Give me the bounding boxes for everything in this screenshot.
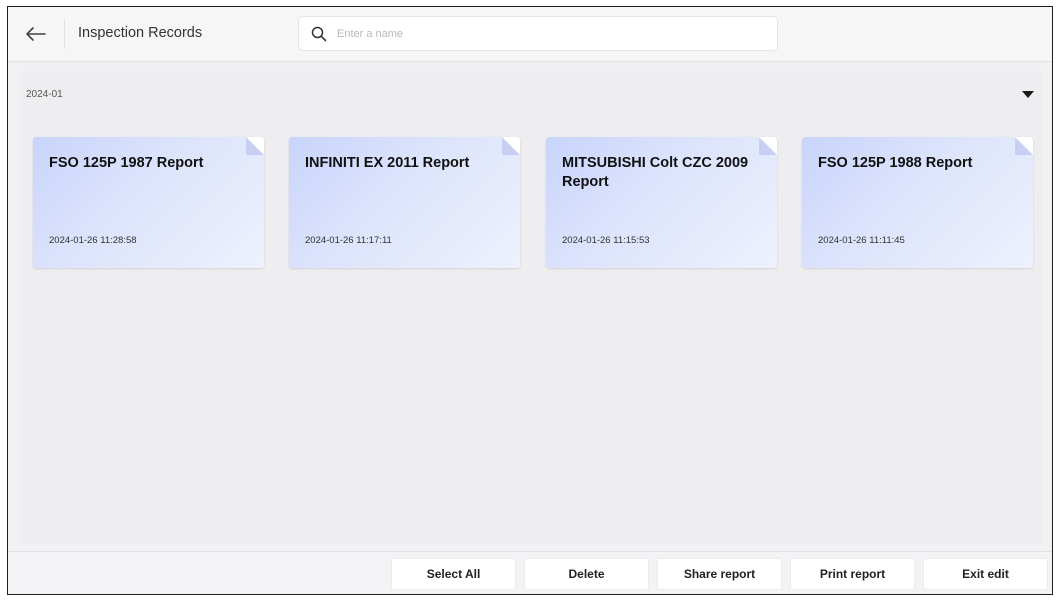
back-button[interactable]	[16, 17, 56, 51]
record-card[interactable]: FSO 125P 1987 Report 2024-01-26 11:28:58	[33, 137, 264, 268]
search-icon	[311, 25, 329, 43]
records-panel: 2024-01 FSO 125P 1987 Report 2024-01-26 …	[20, 71, 1042, 544]
record-date: 2024-01-26 11:15:53	[562, 235, 650, 246]
page-corner-icon	[759, 137, 777, 155]
caret-down-icon[interactable]	[1020, 87, 1036, 101]
delete-button[interactable]: Delete	[524, 558, 649, 590]
record-date: 2024-01-26 11:11:45	[818, 235, 905, 246]
share-report-button[interactable]: Share report	[657, 558, 782, 590]
record-card[interactable]: MITSUBISHI Colt CZC 2009 Report 2024-01-…	[546, 137, 777, 268]
print-report-button[interactable]: Print report	[790, 558, 915, 590]
top-bar: Inspection Records	[8, 7, 1052, 62]
exit-edit-button[interactable]: Exit edit	[923, 558, 1048, 590]
record-date: 2024-01-26 11:17:11	[305, 235, 392, 246]
month-group-label: 2024-01	[26, 89, 63, 100]
record-title: MITSUBISHI Colt CZC 2009 Report	[562, 155, 749, 190]
select-all-button[interactable]: Select All	[391, 558, 516, 590]
page-corner-icon	[502, 137, 520, 155]
record-title: FSO 125P 1987 Report	[49, 155, 204, 171]
record-date: 2024-01-26 11:28:58	[49, 235, 137, 246]
search-input[interactable]	[337, 27, 757, 40]
page-corner-icon	[246, 137, 264, 155]
record-title: FSO 125P 1988 Report	[818, 155, 973, 171]
search-box[interactable]	[298, 16, 778, 51]
month-group-header[interactable]: 2024-01	[20, 71, 1042, 115]
record-card[interactable]: FSO 125P 1988 Report 2024-01-26 11:11:45	[802, 137, 1033, 268]
record-title: INFINITI EX 2011 Report	[305, 155, 470, 171]
header-divider	[64, 19, 65, 49]
bottom-action-bar: Select All Delete Share report Print rep…	[8, 551, 1052, 594]
page-title: Inspection Records	[78, 25, 203, 41]
record-card[interactable]: INFINITI EX 2011 Report 2024-01-26 11:17…	[289, 137, 520, 268]
arrow-left-icon	[26, 27, 46, 41]
page-corner-icon	[1015, 137, 1033, 155]
inspection-records-screen: Inspection Records 2024-01 FSO 125P 1987…	[7, 6, 1053, 595]
